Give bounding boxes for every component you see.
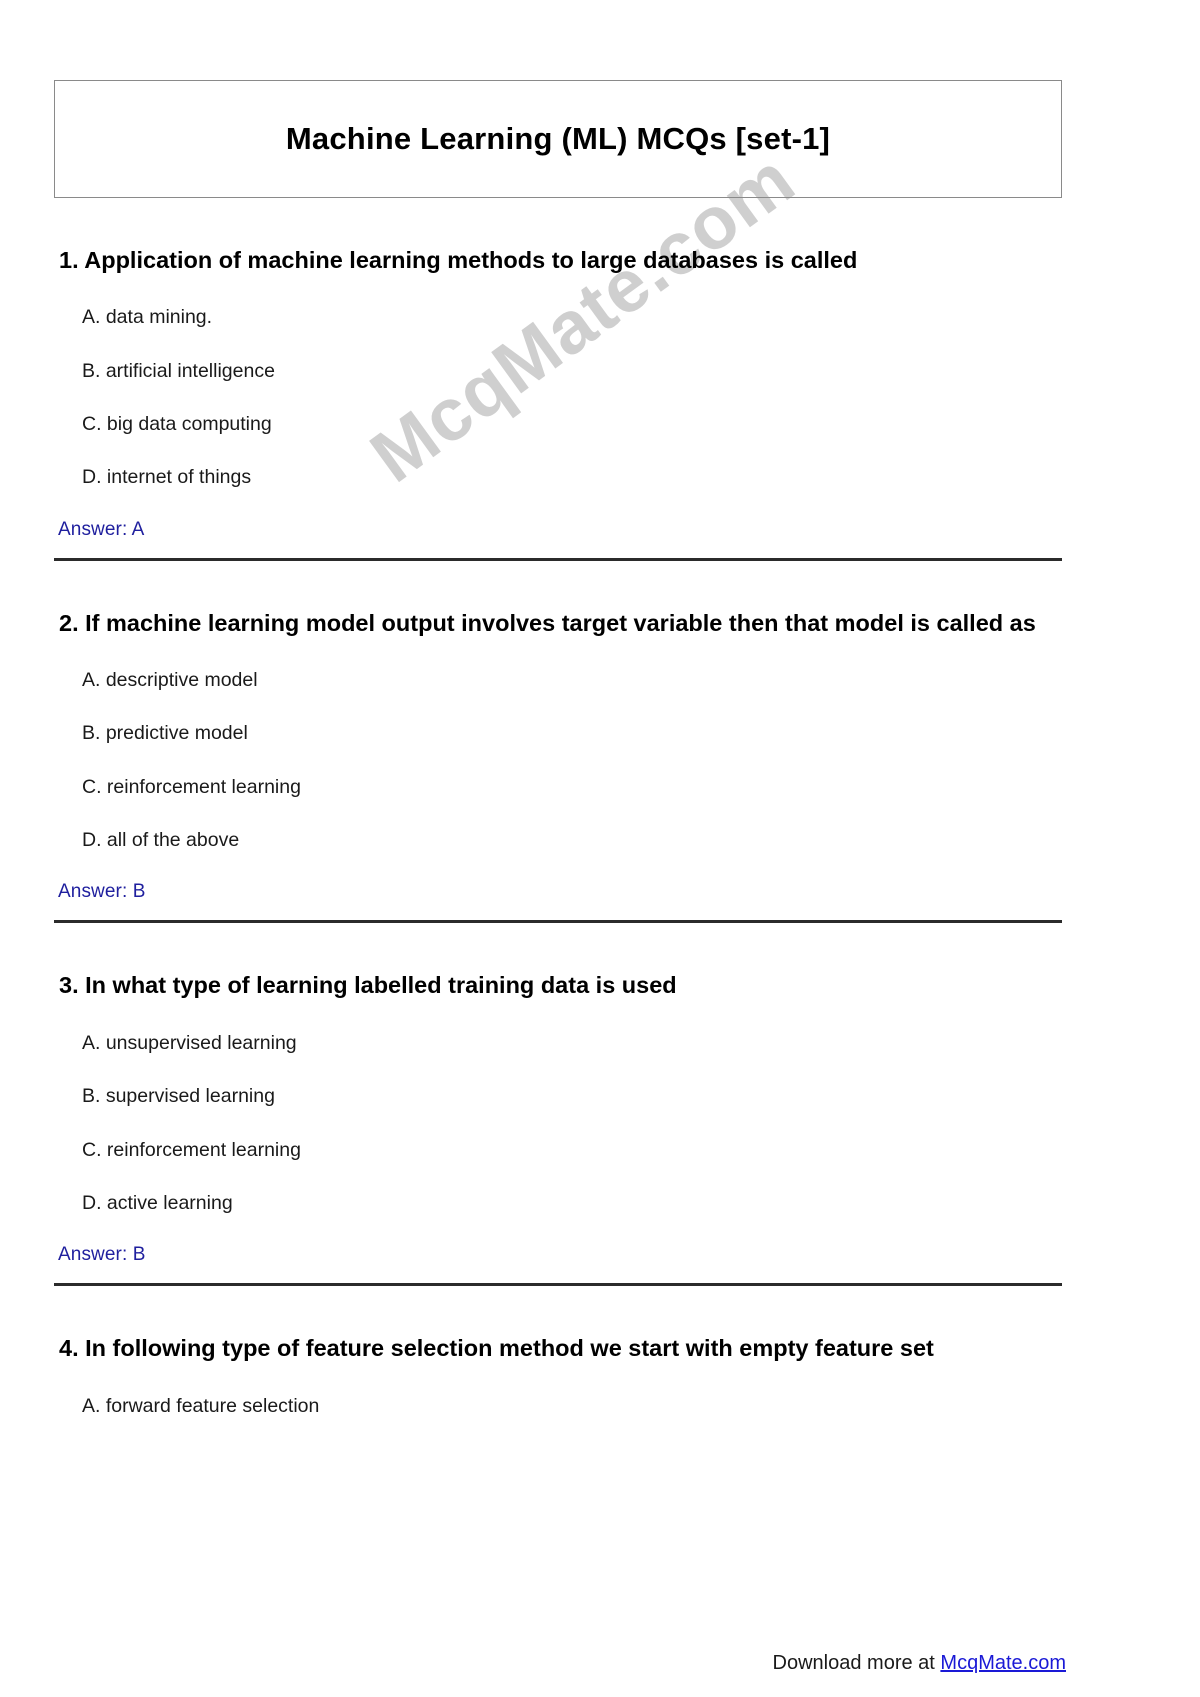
question-text-2: 2. If machine learning model output invo… bbox=[59, 609, 1036, 636]
options-list-2: A. descriptive model B. predictive model… bbox=[54, 668, 1062, 853]
question-separator bbox=[54, 557, 1062, 561]
question-block-1: 1. Application of machine learning metho… bbox=[54, 244, 1062, 561]
option-item[interactable]: C. reinforcement learning bbox=[82, 775, 1062, 800]
question-block-3: 3. In what type of learning labelled tra… bbox=[54, 969, 1062, 1287]
options-list-3: A. unsupervised learning B. supervised l… bbox=[54, 1031, 1062, 1216]
question-text-3: 3. In what type of learning labelled tra… bbox=[59, 972, 677, 999]
question-block-4: 4. In following type of feature selectio… bbox=[54, 1332, 1062, 1419]
footer: Download more at McqMate.com bbox=[773, 1652, 1066, 1675]
options-list-1: A. data mining. B. artificial intelligen… bbox=[54, 305, 1062, 490]
option-item[interactable]: A. descriptive model bbox=[82, 668, 1062, 693]
option-item[interactable]: D. all of the above bbox=[82, 828, 1062, 853]
document-page: McqMate.com Machine Learning (ML) MCQs [… bbox=[0, 0, 1200, 1697]
option-item[interactable]: D. internet of things bbox=[82, 465, 1062, 490]
document-title-box: Machine Learning (ML) MCQs [set-1] bbox=[54, 80, 1062, 198]
option-item[interactable]: B. artificial intelligence bbox=[82, 359, 1062, 384]
option-item[interactable]: B. supervised learning bbox=[82, 1084, 1062, 1109]
options-list-4: A. forward feature selection bbox=[54, 1394, 1062, 1419]
answer-text-3: Answer: B bbox=[58, 1244, 146, 1266]
question-block-2: 2. If machine learning model output invo… bbox=[54, 607, 1062, 924]
question-separator bbox=[54, 1283, 1062, 1287]
option-item[interactable]: B. predictive model bbox=[82, 721, 1062, 746]
option-item[interactable]: A. unsupervised learning bbox=[82, 1031, 1062, 1056]
mcqmate-link[interactable]: McqMate.com bbox=[940, 1652, 1066, 1674]
option-item[interactable]: C. reinforcement learning bbox=[82, 1138, 1062, 1163]
answer-text-1: Answer: A bbox=[58, 518, 145, 540]
question-text-4: 4. In following type of feature selectio… bbox=[59, 1335, 934, 1362]
answer-text-2: Answer: B bbox=[58, 881, 146, 903]
question-separator bbox=[54, 920, 1062, 924]
document-content: Machine Learning (ML) MCQs [set-1] 1. Ap… bbox=[54, 80, 1062, 1419]
page-title: Machine Learning (ML) MCQs [set-1] bbox=[285, 121, 831, 156]
question-text-1: 1. Application of machine learning metho… bbox=[59, 247, 858, 273]
footer-prefix-text: Download more at bbox=[772, 1652, 941, 1674]
option-item[interactable]: A. forward feature selection bbox=[82, 1394, 1062, 1419]
option-item[interactable]: A. data mining. bbox=[82, 305, 1062, 330]
option-item[interactable]: C. big data computing bbox=[82, 412, 1062, 437]
option-item[interactable]: D. active learning bbox=[82, 1191, 1062, 1216]
